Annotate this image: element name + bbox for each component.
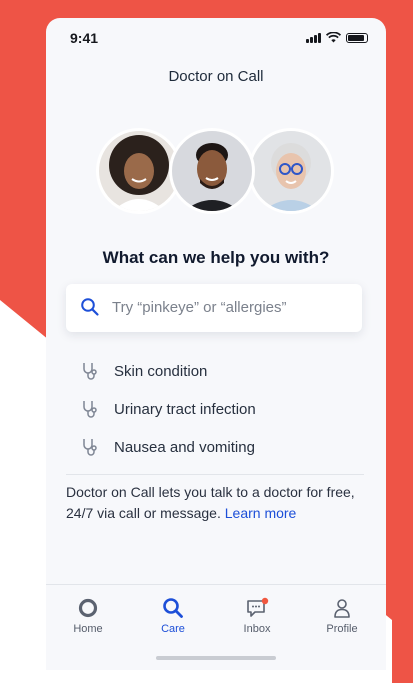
doctor-avatars	[96, 128, 336, 218]
search-box[interactable]	[66, 284, 362, 332]
stethoscope-icon	[83, 439, 97, 456]
tab-label: Home	[73, 623, 103, 635]
stethoscope-icon	[83, 401, 97, 418]
help-question-heading: What can we help you with?	[102, 248, 330, 267]
tab-care[interactable]: Care	[143, 597, 203, 635]
battery-icon	[346, 33, 368, 43]
tab-label: Inbox	[243, 623, 271, 635]
tab-inbox[interactable]: Inbox	[227, 597, 287, 635]
divider	[66, 474, 364, 475]
avatar-doctor-3	[248, 128, 334, 214]
condition-item-skin[interactable]: Skin condition	[80, 352, 256, 390]
condition-list: Skin condition Urinary tract infection N…	[80, 352, 256, 466]
status-icons	[306, 32, 368, 43]
phone-screen: 9:41 Doctor on Call What can we help you…	[46, 18, 386, 670]
signal-icon	[306, 33, 321, 43]
learn-more-link[interactable]: Learn more	[225, 505, 297, 521]
condition-label: Nausea and vomiting	[114, 438, 255, 456]
avatar-doctor-2	[169, 128, 255, 214]
chat-icon	[247, 597, 269, 617]
info-description: Doctor on Call lets you talk to a doctor…	[66, 484, 355, 521]
tab-label: Care	[161, 623, 185, 635]
tab-profile[interactable]: Profile	[312, 597, 372, 635]
tab-home[interactable]: Home	[58, 597, 118, 635]
person-icon	[334, 599, 350, 618]
search-icon	[81, 298, 99, 316]
search-icon	[163, 598, 183, 618]
search-input[interactable]	[112, 296, 342, 318]
home-indicator	[156, 656, 276, 660]
condition-item-nausea[interactable]: Nausea and vomiting	[80, 428, 256, 466]
wifi-icon	[326, 32, 341, 43]
status-bar: 9:41	[46, 18, 386, 58]
condition-label: Urinary tract infection	[114, 400, 256, 418]
home-icon	[78, 598, 98, 618]
status-time: 9:41	[70, 30, 99, 46]
page-title: Doctor on Call	[168, 68, 264, 85]
stethoscope-icon	[83, 363, 97, 380]
notification-badge	[261, 597, 269, 605]
tab-bar: Home Care Inbox Profile	[46, 584, 386, 670]
tab-label: Profile	[326, 623, 358, 635]
info-text: Doctor on Call lets you talk to a doctor…	[66, 482, 366, 524]
condition-item-uti[interactable]: Urinary tract infection	[80, 390, 256, 428]
condition-label: Skin condition	[114, 362, 208, 380]
